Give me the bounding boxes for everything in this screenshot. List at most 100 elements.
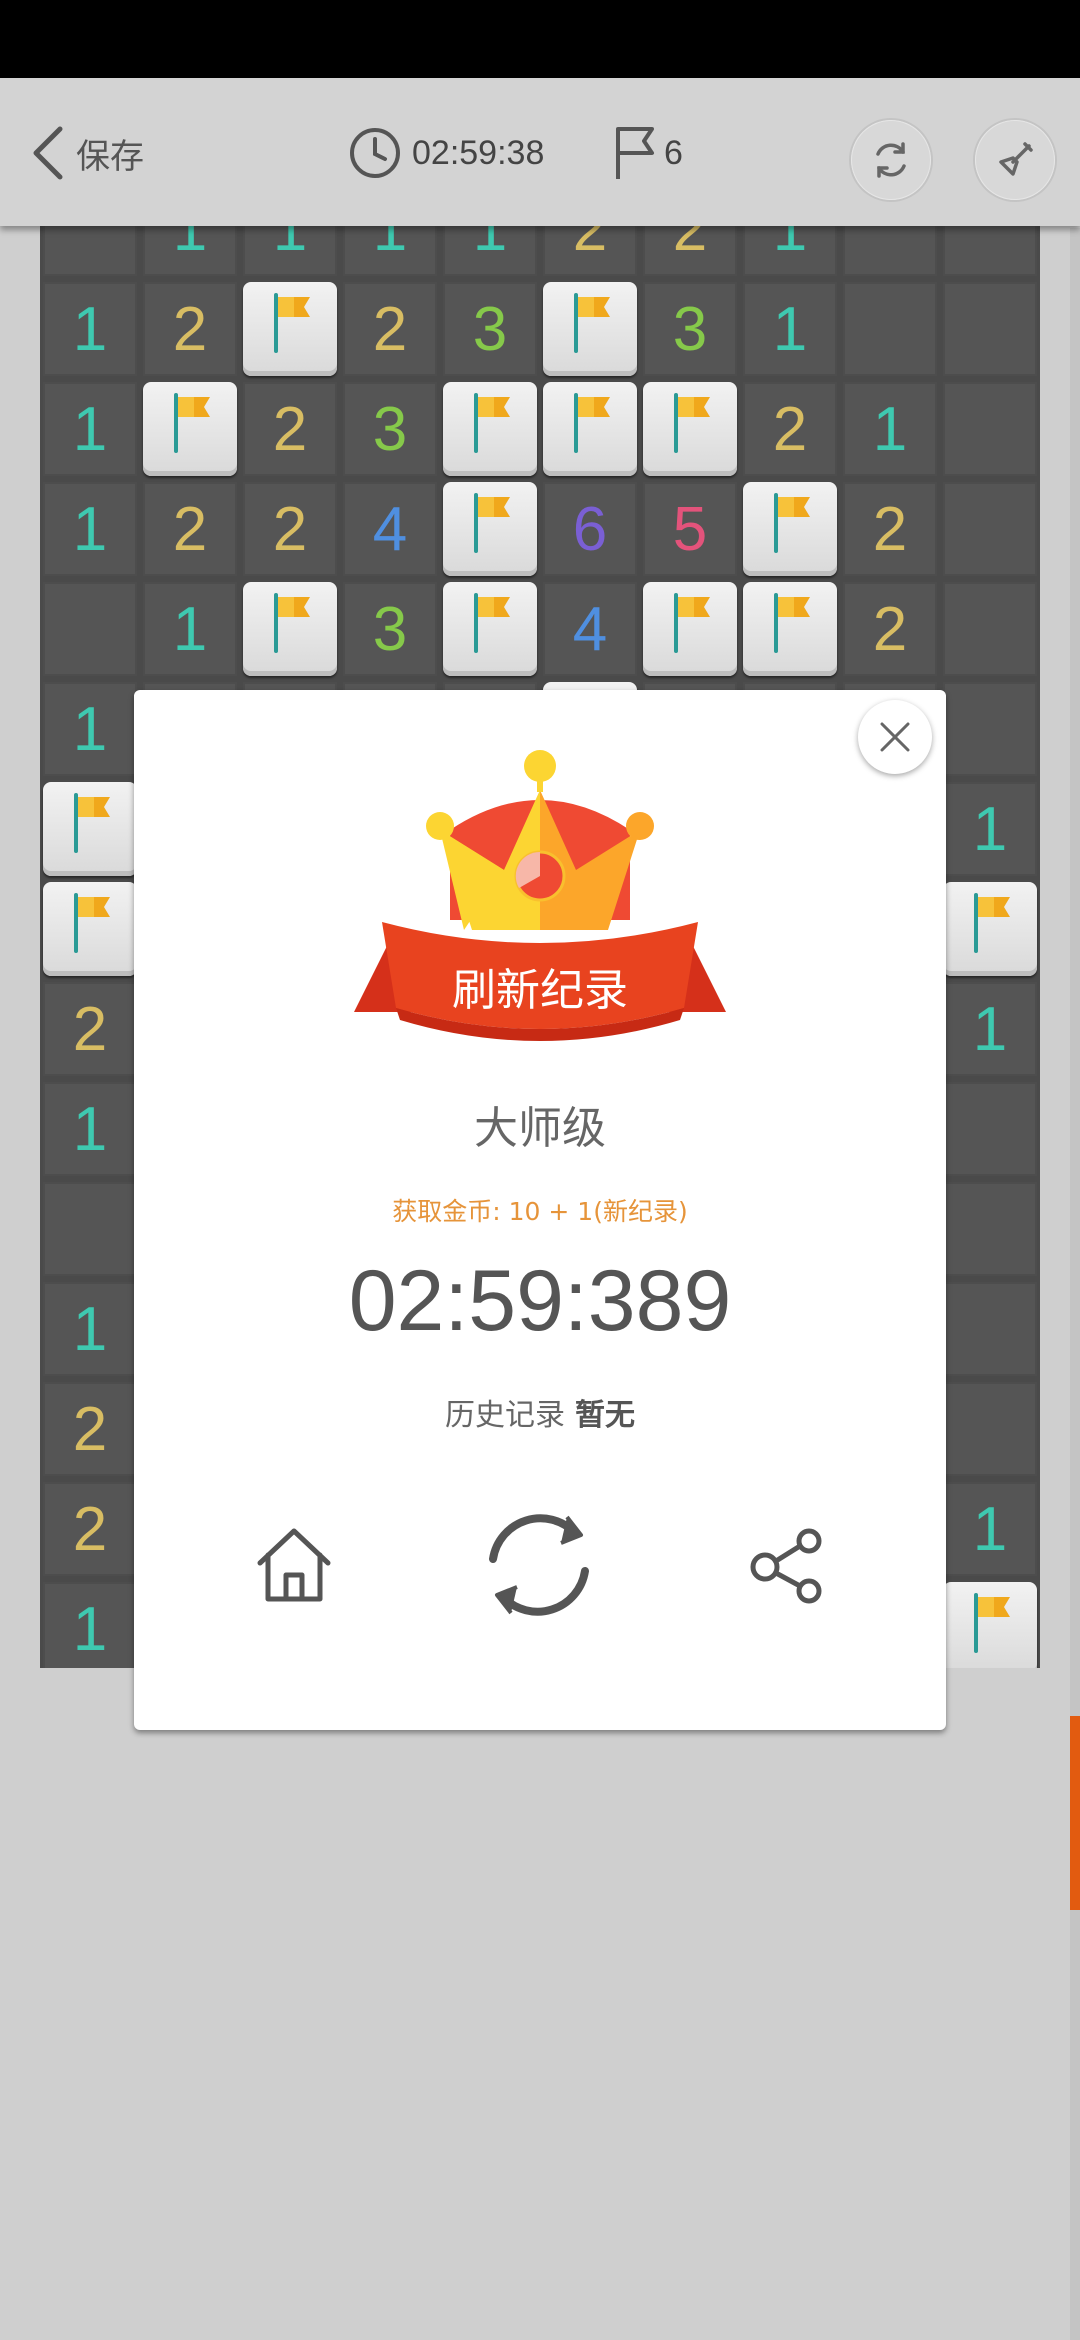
number-cell[interactable]: 2: [43, 1482, 137, 1576]
home-icon: [257, 1528, 331, 1602]
empty-cell[interactable]: [843, 226, 937, 276]
number-cell[interactable]: 6: [543, 482, 637, 576]
flag-marker-icon: [960, 887, 1020, 972]
difficulty-level: 大师级: [474, 1103, 606, 1154]
flagged-cell[interactable]: [443, 482, 537, 576]
history-label: 历史记录: [445, 1398, 565, 1433]
empty-cell[interactable]: [943, 226, 1037, 276]
number-cell[interactable]: 1: [143, 226, 237, 276]
number-cell[interactable]: 2: [143, 282, 237, 376]
empty-cell[interactable]: [843, 282, 937, 376]
close-dialog-button[interactable]: [858, 700, 932, 774]
flagged-cell[interactable]: [743, 582, 837, 676]
scrollbar-track[interactable]: [1070, 228, 1080, 2340]
shovel-tool-button[interactable]: [975, 120, 1055, 200]
flag-marker-icon: [60, 787, 120, 872]
flagged-cell[interactable]: [643, 382, 737, 476]
number-cell[interactable]: 2: [43, 1382, 137, 1476]
empty-cell[interactable]: [943, 382, 1037, 476]
number-cell[interactable]: 4: [343, 482, 437, 576]
empty-cell[interactable]: [943, 1282, 1037, 1376]
flagged-cell[interactable]: [243, 582, 337, 676]
back-save-button[interactable]: 保存: [30, 118, 144, 188]
number-cell[interactable]: 2: [143, 482, 237, 576]
flagged-cell[interactable]: [943, 1582, 1037, 1668]
number-cell[interactable]: 1: [943, 982, 1037, 1076]
coins-earned: 获取金币: 10 + 1(新纪录): [392, 1197, 688, 1226]
empty-cell[interactable]: [943, 1182, 1037, 1276]
share-button[interactable]: [734, 1510, 844, 1620]
flag-marker-icon: [460, 387, 520, 472]
number-cell[interactable]: 3: [443, 282, 537, 376]
flagged-cell[interactable]: [243, 282, 337, 376]
number-cell[interactable]: 2: [843, 582, 937, 676]
clock-icon: [350, 128, 400, 178]
number-cell[interactable]: 2: [643, 226, 737, 276]
number-cell[interactable]: 1: [343, 226, 437, 276]
flagged-cell[interactable]: [543, 382, 637, 476]
flagged-cell[interactable]: [43, 882, 137, 976]
flagged-cell[interactable]: [143, 382, 237, 476]
history-record: 历史记录 暂无: [134, 1390, 946, 1434]
home-button[interactable]: [239, 1510, 349, 1620]
number-cell[interactable]: 1: [243, 226, 337, 276]
flagged-cell[interactable]: [443, 382, 537, 476]
close-icon: [880, 722, 910, 752]
empty-cell[interactable]: [43, 1182, 137, 1276]
number-cell[interactable]: 4: [543, 582, 637, 676]
status-bar: [0, 0, 1080, 78]
flag-marker-icon: [660, 587, 720, 672]
flagged-cell[interactable]: [443, 582, 537, 676]
empty-cell[interactable]: [43, 582, 137, 676]
number-cell[interactable]: 2: [543, 226, 637, 276]
number-cell[interactable]: 1: [843, 382, 937, 476]
empty-cell[interactable]: [943, 1082, 1037, 1176]
number-cell[interactable]: 1: [743, 226, 837, 276]
number-cell[interactable]: 3: [343, 582, 437, 676]
number-cell[interactable]: 1: [43, 282, 137, 376]
number-cell[interactable]: 2: [843, 482, 937, 576]
flag-count: 6: [664, 133, 683, 172]
number-cell[interactable]: 3: [343, 382, 437, 476]
new-record-dialog: 刷新纪录 大师级 获取金币: 10 + 1(新纪录) 02:59:389 历史记…: [134, 690, 946, 1730]
number-cell[interactable]: 1: [43, 1582, 137, 1668]
replay-icon: [489, 1514, 589, 1616]
number-cell[interactable]: 2: [743, 382, 837, 476]
number-cell[interactable]: 1: [743, 282, 837, 376]
empty-cell[interactable]: [943, 582, 1037, 676]
restart-button[interactable]: [851, 120, 931, 200]
scrollbar-thumb[interactable]: [1070, 1716, 1080, 1910]
number-cell[interactable]: 5: [643, 482, 737, 576]
flagged-cell[interactable]: [43, 782, 137, 876]
flagged-cell[interactable]: [943, 882, 1037, 976]
flag-marker-icon: [660, 387, 720, 472]
number-cell[interactable]: 1: [943, 782, 1037, 876]
number-cell[interactable]: 2: [243, 382, 337, 476]
number-cell[interactable]: 1: [943, 1482, 1037, 1576]
number-cell[interactable]: 1: [43, 1082, 137, 1176]
empty-cell[interactable]: [943, 282, 1037, 376]
number-cell[interactable]: 1: [43, 382, 137, 476]
game-timer: 02:59:38: [348, 118, 544, 188]
number-cell[interactable]: 1: [43, 482, 137, 576]
flagged-cell[interactable]: [743, 482, 837, 576]
empty-cell[interactable]: [943, 482, 1037, 576]
flagged-cell[interactable]: [543, 282, 637, 376]
replay-button[interactable]: [474, 1500, 604, 1630]
number-cell[interactable]: 2: [343, 282, 437, 376]
number-cell[interactable]: 1: [43, 1282, 137, 1376]
empty-cell[interactable]: [943, 682, 1037, 776]
flag-marker-icon: [560, 287, 620, 372]
flagged-cell[interactable]: [643, 582, 737, 676]
number-cell[interactable]: 1: [43, 682, 137, 776]
empty-cell[interactable]: [43, 226, 137, 276]
flag-marker-icon: [260, 587, 320, 672]
flag-marker-icon: [560, 387, 620, 472]
number-cell[interactable]: 1: [143, 582, 237, 676]
number-cell[interactable]: 2: [43, 982, 137, 1076]
number-cell[interactable]: 1: [443, 226, 537, 276]
flag-marker-icon: [760, 587, 820, 672]
empty-cell[interactable]: [943, 1382, 1037, 1476]
number-cell[interactable]: 3: [643, 282, 737, 376]
number-cell[interactable]: 2: [243, 482, 337, 576]
